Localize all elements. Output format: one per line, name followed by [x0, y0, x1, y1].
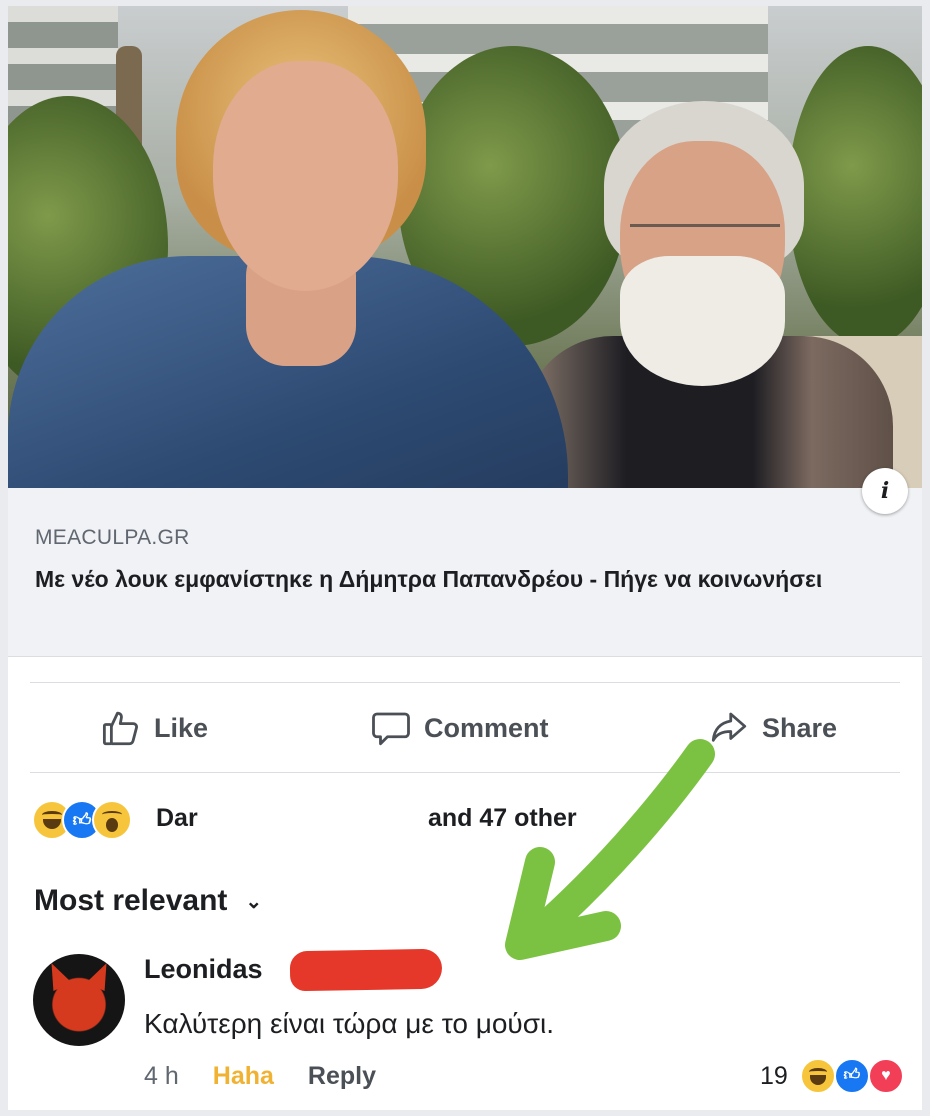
like-button[interactable]: Like: [100, 706, 208, 750]
info-icon[interactable]: i: [862, 468, 908, 514]
share-arrow-icon: [711, 712, 747, 742]
comment-haha-reaction[interactable]: Haha: [213, 1062, 274, 1091]
reaction-icons[interactable]: 👍︎: [32, 800, 132, 840]
share-label: Share: [762, 712, 838, 743]
redaction-red: [289, 948, 443, 992]
comment-reply-button[interactable]: Reply: [308, 1062, 376, 1091]
link-title: Με νέο λουκ εμφανίστηκε η Δήμητρα Παπανδ…: [35, 566, 823, 592]
comment-reactions[interactable]: 19 👍︎ ♥: [760, 1058, 904, 1094]
comment-meta: 4 h Haha Reply: [144, 1062, 376, 1091]
divider: [30, 772, 900, 773]
avatar[interactable]: [33, 954, 125, 1046]
comment-text: Καλύτερη είναι τώρα με το μούσι.: [144, 1008, 555, 1039]
haha-icon: [799, 1058, 836, 1094]
share-button[interactable]: Share: [708, 706, 837, 750]
comment-label: Comment: [424, 712, 549, 743]
sort-label: Most relevant: [34, 884, 228, 917]
chevron-down-icon: ⌄: [245, 890, 263, 913]
comment-time[interactable]: 4 h: [144, 1062, 179, 1091]
comment-button[interactable]: Comment: [370, 706, 549, 750]
comment-author[interactable]: Leonidas: [144, 954, 263, 985]
post-photo[interactable]: [8, 6, 922, 488]
wow-icon: [92, 800, 132, 840]
like-icon: 👍︎: [833, 1058, 870, 1094]
comment-reaction-count: 19: [760, 1061, 788, 1090]
post-card: i MEACULPA.GR Με νέο λουκ εμφανίστηκε η …: [8, 6, 922, 1110]
comment-icon: [372, 712, 410, 746]
love-icon: ♥: [867, 1058, 904, 1094]
comment-sort-dropdown[interactable]: Most relevant ⌄: [34, 884, 262, 918]
link-preview[interactable]: MEACULPA.GR Με νέο λουκ εμφανίστηκε η Δή…: [8, 488, 922, 657]
link-domain: MEACULPA.GR: [35, 526, 190, 549]
redaction-white: [206, 798, 426, 842]
reactor-name[interactable]: Dar: [156, 804, 198, 833]
like-label: Like: [154, 712, 209, 743]
reactor-others[interactable]: and 47 other: [428, 804, 577, 833]
divider: [30, 682, 900, 683]
thumbs-up-icon: [102, 711, 138, 746]
